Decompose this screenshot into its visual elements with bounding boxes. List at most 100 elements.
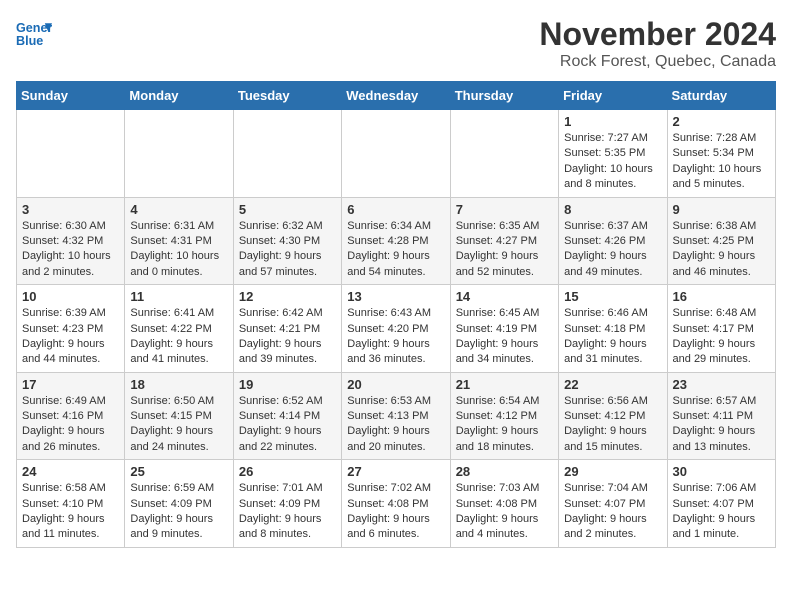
weekday-header-row: SundayMondayTuesdayWednesdayThursdayFrid… [17, 82, 776, 110]
day-info: Sunrise: 6:54 AM Sunset: 4:12 PM Dayligh… [456, 394, 553, 456]
day-info: Sunrise: 6:34 AM Sunset: 4:28 PM Dayligh… [347, 219, 444, 281]
day-number: 15 [564, 289, 661, 304]
calendar-day-cell: 16 Sunrise: 6:48 AM Sunset: 4:17 PM Dayli… [667, 285, 775, 373]
calendar-day-cell: 17 Sunrise: 6:49 AM Sunset: 4:16 PM Dayli… [17, 372, 125, 460]
day-number: 5 [239, 202, 336, 217]
day-number: 3 [22, 202, 119, 217]
calendar-week-row: 10 Sunrise: 6:39 AM Sunset: 4:23 PM Dayli… [17, 285, 776, 373]
calendar-day-cell: 18Sunrise: 6:50 AM Sunset: 4:15 PM Dayli… [125, 372, 233, 460]
day-number: 30 [673, 464, 770, 479]
day-info: Sunrise: 7:06 AM Sunset: 4:07 PM Dayligh… [673, 481, 770, 543]
calendar-day-cell [450, 110, 558, 198]
day-number: 27 [347, 464, 444, 479]
calendar-day-cell: 11Sunrise: 6:41 AM Sunset: 4:22 PM Dayli… [125, 285, 233, 373]
day-info: Sunrise: 6:45 AM Sunset: 4:19 PM Dayligh… [456, 306, 553, 368]
day-number: 17 [22, 377, 119, 392]
calendar-day-cell: 9Sunrise: 6:38 AM Sunset: 4:25 PM Daylig… [667, 197, 775, 285]
calendar-day-cell: 13 Sunrise: 6:43 AM Sunset: 4:20 PM Dayli… [342, 285, 450, 373]
calendar-day-cell [342, 110, 450, 198]
calendar-day-cell: 29Sunrise: 7:04 AM Sunset: 4:07 PM Dayli… [559, 460, 667, 548]
calendar-day-cell [233, 110, 341, 198]
day-number: 2 [673, 114, 770, 129]
logo: General Blue [16, 16, 52, 52]
weekday-header-cell: Friday [559, 82, 667, 110]
day-number: 20 [347, 377, 444, 392]
day-info: Sunrise: 6:57 AM Sunset: 4:11 PM Dayligh… [673, 394, 770, 456]
day-info: Sunrise: 6:48 AM Sunset: 4:17 PM Dayligh… [673, 306, 770, 368]
day-number: 13 [347, 289, 444, 304]
day-number: 14 [456, 289, 553, 304]
weekday-header-cell: Wednesday [342, 82, 450, 110]
title-block: November 2024 Rock Forest, Quebec, Canad… [539, 16, 776, 71]
day-info: Sunrise: 7:28 AM Sunset: 5:34 PM Dayligh… [673, 131, 770, 193]
calendar-day-cell: 15 Sunrise: 6:46 AM Sunset: 4:18 PM Dayli… [559, 285, 667, 373]
day-number: 24 [22, 464, 119, 479]
day-info: Sunrise: 6:53 AM Sunset: 4:13 PM Dayligh… [347, 394, 444, 456]
calendar-day-cell: 26 Sunrise: 7:01 AM Sunset: 4:09 PM Dayli… [233, 460, 341, 548]
calendar-week-row: 1Sunrise: 7:27 AM Sunset: 5:35 PM Daylig… [17, 110, 776, 198]
day-info: Sunrise: 6:50 AM Sunset: 4:15 PM Dayligh… [130, 394, 227, 456]
day-number: 28 [456, 464, 553, 479]
day-number: 22 [564, 377, 661, 392]
day-number: 4 [130, 202, 227, 217]
day-info: Sunrise: 6:59 AM Sunset: 4:09 PM Dayligh… [130, 481, 227, 543]
day-info: Sunrise: 6:42 AM Sunset: 4:21 PM Dayligh… [239, 306, 336, 368]
day-number: 21 [456, 377, 553, 392]
calendar-day-cell: 19Sunrise: 6:52 AM Sunset: 4:14 PM Dayli… [233, 372, 341, 460]
day-number: 8 [564, 202, 661, 217]
page-header: General Blue November 2024 Rock Forest, … [16, 16, 776, 71]
weekday-header-cell: Saturday [667, 82, 775, 110]
day-number: 9 [673, 202, 770, 217]
day-info: Sunrise: 6:39 AM Sunset: 4:23 PM Dayligh… [22, 306, 119, 368]
svg-text:Blue: Blue [16, 34, 43, 48]
weekday-header-cell: Tuesday [233, 82, 341, 110]
day-info: Sunrise: 6:35 AM Sunset: 4:27 PM Dayligh… [456, 219, 553, 281]
day-number: 16 [673, 289, 770, 304]
calendar-day-cell: 24Sunrise: 6:58 AM Sunset: 4:10 PM Dayli… [17, 460, 125, 548]
weekday-header-cell: Monday [125, 82, 233, 110]
day-info: Sunrise: 6:49 AM Sunset: 4:16 PM Dayligh… [22, 394, 119, 456]
day-number: 23 [673, 377, 770, 392]
day-info: Sunrise: 6:56 AM Sunset: 4:12 PM Dayligh… [564, 394, 661, 456]
day-info: Sunrise: 6:46 AM Sunset: 4:18 PM Dayligh… [564, 306, 661, 368]
weekday-header-cell: Sunday [17, 82, 125, 110]
day-info: Sunrise: 6:43 AM Sunset: 4:20 PM Dayligh… [347, 306, 444, 368]
calendar-day-cell: 21 Sunrise: 6:54 AM Sunset: 4:12 PM Dayli… [450, 372, 558, 460]
calendar-day-cell: 23 Sunrise: 6:57 AM Sunset: 4:11 PM Dayli… [667, 372, 775, 460]
day-number: 26 [239, 464, 336, 479]
day-info: Sunrise: 6:31 AM Sunset: 4:31 PM Dayligh… [130, 219, 227, 281]
calendar-day-cell: 27 Sunrise: 7:02 AM Sunset: 4:08 PM Dayli… [342, 460, 450, 548]
day-info: Sunrise: 6:52 AM Sunset: 4:14 PM Dayligh… [239, 394, 336, 456]
calendar-body: 1Sunrise: 7:27 AM Sunset: 5:35 PM Daylig… [17, 110, 776, 548]
weekday-header-cell: Thursday [450, 82, 558, 110]
day-number: 12 [239, 289, 336, 304]
day-info: Sunrise: 7:27 AM Sunset: 5:35 PM Dayligh… [564, 131, 661, 193]
calendar-week-row: 3 Sunrise: 6:30 AM Sunset: 4:32 PM Daylig… [17, 197, 776, 285]
day-info: Sunrise: 6:30 AM Sunset: 4:32 PM Dayligh… [22, 219, 119, 281]
day-info: Sunrise: 6:32 AM Sunset: 4:30 PM Dayligh… [239, 219, 336, 281]
calendar-day-cell: 12 Sunrise: 6:42 AM Sunset: 4:21 PM Dayli… [233, 285, 341, 373]
day-info: Sunrise: 7:01 AM Sunset: 4:09 PM Dayligh… [239, 481, 336, 543]
calendar-day-cell: 2 Sunrise: 7:28 AM Sunset: 5:34 PM Daylig… [667, 110, 775, 198]
calendar-day-cell: 30 Sunrise: 7:06 AM Sunset: 4:07 PM Dayli… [667, 460, 775, 548]
calendar-day-cell [125, 110, 233, 198]
calendar-table: SundayMondayTuesdayWednesdayThursdayFrid… [16, 81, 776, 548]
day-number: 29 [564, 464, 661, 479]
calendar-week-row: 17 Sunrise: 6:49 AM Sunset: 4:16 PM Dayli… [17, 372, 776, 460]
day-info: Sunrise: 7:02 AM Sunset: 4:08 PM Dayligh… [347, 481, 444, 543]
day-info: Sunrise: 7:03 AM Sunset: 4:08 PM Dayligh… [456, 481, 553, 543]
day-number: 10 [22, 289, 119, 304]
day-number: 6 [347, 202, 444, 217]
calendar-day-cell: 3 Sunrise: 6:30 AM Sunset: 4:32 PM Daylig… [17, 197, 125, 285]
day-number: 11 [130, 289, 227, 304]
calendar-day-cell: 4 Sunrise: 6:31 AM Sunset: 4:31 PM Daylig… [125, 197, 233, 285]
calendar-day-cell: 22 Sunrise: 6:56 AM Sunset: 4:12 PM Dayli… [559, 372, 667, 460]
calendar-title: November 2024 [539, 16, 776, 53]
day-number: 7 [456, 202, 553, 217]
logo-icon: General Blue [16, 16, 52, 52]
calendar-day-cell: 28 Sunrise: 7:03 AM Sunset: 4:08 PM Dayli… [450, 460, 558, 548]
calendar-day-cell: 7 Sunrise: 6:35 AM Sunset: 4:27 PM Daylig… [450, 197, 558, 285]
calendar-day-cell: 5 Sunrise: 6:32 AM Sunset: 4:30 PM Daylig… [233, 197, 341, 285]
calendar-day-cell [17, 110, 125, 198]
day-number: 25 [130, 464, 227, 479]
